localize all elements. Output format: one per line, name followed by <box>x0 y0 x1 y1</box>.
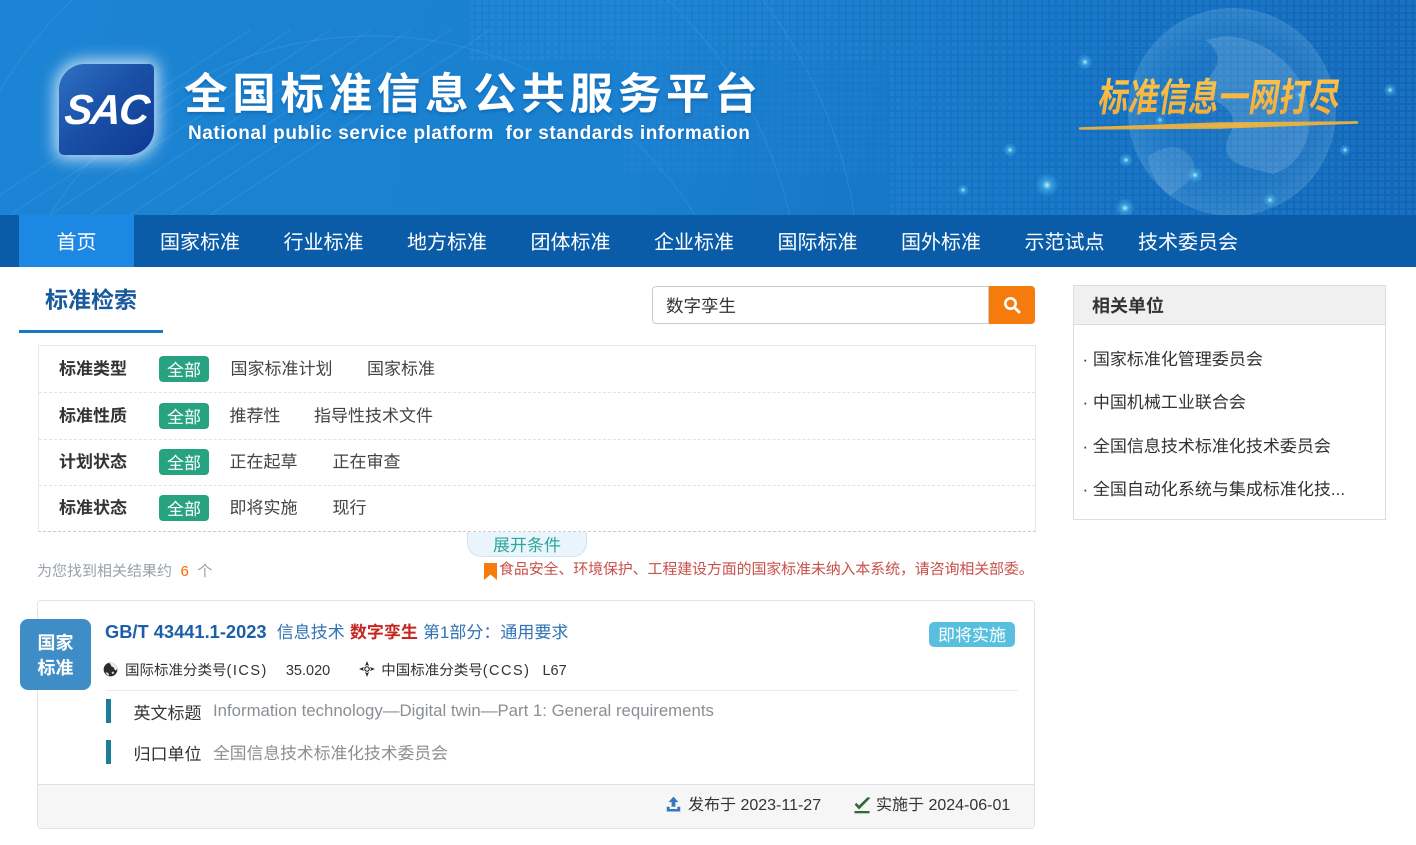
svg-text:标准信息一网打尽: 标准信息一网打尽 <box>1095 66 1345 123</box>
